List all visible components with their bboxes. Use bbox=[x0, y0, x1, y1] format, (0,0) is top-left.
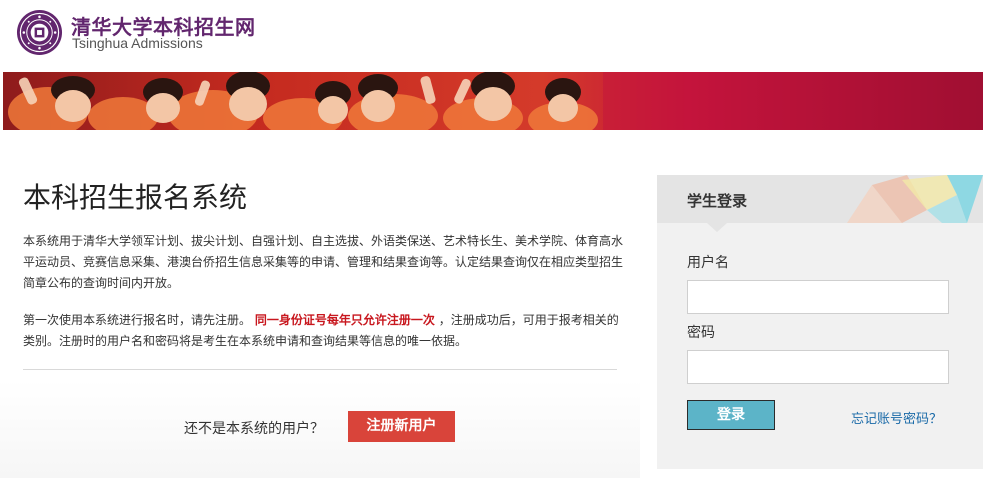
banner-image bbox=[3, 72, 983, 130]
password-input[interactable] bbox=[687, 350, 949, 384]
username-label: 用户名 bbox=[687, 255, 729, 271]
password-label: 密码 bbox=[687, 325, 715, 341]
page-title: 本科招生报名系统 bbox=[23, 181, 248, 214]
register-prompt: 还不是本系统的用户？ bbox=[184, 421, 324, 437]
notice-text-pre: 第一次使用本系统进行报名时，请先注册。 bbox=[23, 313, 252, 327]
register-button[interactable]: 注册新用户 bbox=[348, 411, 455, 442]
site-subtitle: Tsinghua Admissions bbox=[72, 35, 203, 51]
students-photo-banner bbox=[3, 72, 983, 130]
forgot-password-link[interactable]: 忘记账号密码？ bbox=[851, 408, 942, 427]
registration-notice: 第一次使用本系统进行报名时，请先注册。 同一身份证号每年只允许注册一次 ，注册成… bbox=[23, 310, 623, 352]
login-title: 学生登录 bbox=[687, 192, 748, 210]
section-divider bbox=[23, 369, 617, 370]
notice-emphasis: 同一身份证号每年只允许注册一次 bbox=[254, 313, 435, 327]
username-input[interactable] bbox=[687, 280, 949, 314]
tsinghua-seal-icon[interactable] bbox=[16, 9, 63, 56]
login-header: 学生登录 bbox=[657, 175, 983, 223]
system-description: 本系统用于清华大学领军计划、拔尖计划、自强计划、自主选拔、外语类保送、艺术特长生… bbox=[23, 234, 624, 290]
login-header-pointer bbox=[707, 223, 727, 232]
site-header: 清华大学本科招生网 Tsinghua Admissions bbox=[0, 0, 991, 72]
login-button[interactable]: 登录 bbox=[687, 400, 775, 430]
login-panel: 学生登录 用户名 密码 登录 忘记账号密码？ bbox=[657, 175, 983, 469]
